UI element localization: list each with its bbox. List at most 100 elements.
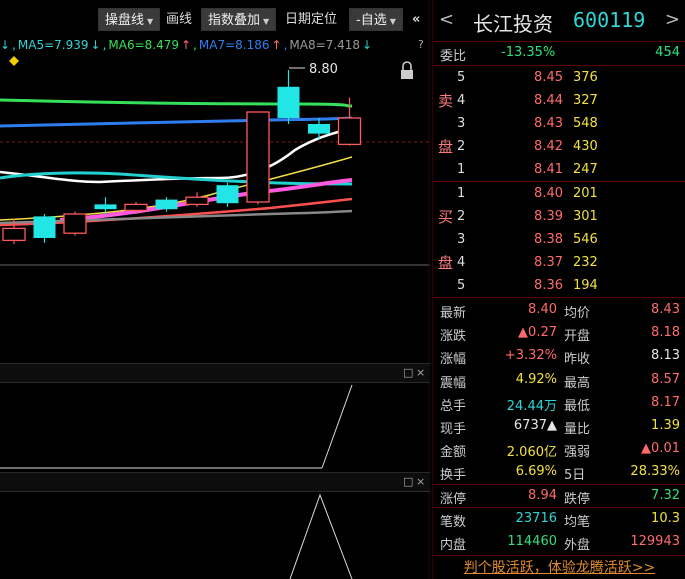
help-icon[interactable]: ?	[418, 38, 424, 51]
price: 8.38	[534, 232, 563, 247]
buy-row[interactable]: 4 8.37 232	[433, 251, 685, 274]
stat-label: 金额	[440, 445, 467, 461]
sell-row[interactable]: 5 8.45 376	[433, 66, 685, 89]
ma-prefix-arrow: ↓	[0, 38, 11, 52]
index-overlay-label: 指数叠加	[208, 13, 261, 28]
stat-row: 笔数 23716 均笔 10.3	[433, 507, 685, 530]
stock-code: 600119	[573, 8, 646, 32]
subpanel2-header: □ ×	[0, 472, 430, 492]
stat-row: 内盘 114460 外盘 129943	[433, 530, 685, 553]
next-stock-button[interactable]: >	[665, 9, 680, 30]
ma-sep-4: ,	[283, 38, 288, 52]
candle-body[interactable]	[277, 86, 300, 118]
stat-label: 涨跌	[440, 329, 467, 345]
candle-body[interactable]	[246, 111, 270, 203]
stat-label: 强弱	[564, 445, 591, 461]
candle-body[interactable]	[124, 203, 148, 212]
candle-body[interactable]	[2, 227, 26, 242]
date-locate-button[interactable]: 日期定位	[279, 8, 343, 31]
stat-label: 量比	[564, 422, 591, 437]
price: 8.44	[534, 93, 563, 108]
draw-line-button[interactable]: 画线	[160, 8, 198, 31]
price: 8.39	[534, 209, 563, 224]
stat-value: 8.17	[651, 394, 680, 410]
level: 2	[457, 209, 466, 224]
stat-value: 2.060亿	[506, 445, 557, 461]
candle-body[interactable]	[185, 196, 209, 206]
stat-label: 最新	[440, 306, 467, 321]
kline-chart[interactable]: 8.80	[0, 0, 430, 579]
level: 3	[457, 116, 466, 131]
promo-link[interactable]: 判个股活跃，体验龙腾活跃>>	[433, 555, 685, 579]
ma5-arrow: ↓	[90, 38, 101, 52]
high-marker-label: 8.80	[309, 62, 338, 77]
quote-pane: < 长江投资 600119 > 委比 -13.35% 454 卖 盘 5 8.45…	[432, 0, 685, 579]
stat-value: 8.43	[651, 302, 680, 317]
close-icon[interactable]: ×	[416, 366, 425, 379]
chart-pane[interactable]: 8.80 操盘线 ▼ 画线 指数叠加 ▼ 日期定位 -自选 ▼ « ↓ , MA…	[0, 0, 430, 579]
price: 8.36	[534, 278, 563, 293]
ma7-value: MA7=8.186	[198, 38, 270, 52]
stat-value: 24.44万	[506, 398, 557, 414]
stat-label: 总手	[440, 398, 467, 414]
ma-sep-2: ,	[102, 38, 107, 52]
candle-body[interactable]	[63, 213, 87, 234]
ma8-arrow: ↓	[362, 38, 373, 52]
stat-value: 8.13	[651, 348, 680, 364]
buy-row[interactable]: 5 8.36 194	[433, 274, 685, 297]
volume: 194	[573, 278, 598, 293]
watchlist-button[interactable]: -自选 ▼	[349, 8, 403, 31]
sell-row[interactable]: 1 8.41 247	[433, 158, 685, 181]
stat-label: 震幅	[440, 375, 467, 391]
stat-value: 6737▲	[513, 418, 557, 433]
stat-value: 6.69%	[515, 464, 557, 480]
stat-label: 最低	[564, 398, 591, 414]
close-icon[interactable]: ×	[416, 475, 425, 488]
sell-row[interactable]: 4 8.44 327	[433, 89, 685, 112]
operate-line-button[interactable]: 操盘线 ▼	[98, 8, 161, 31]
candle-body[interactable]	[94, 204, 117, 210]
price: 8.37	[534, 255, 563, 270]
subpanel1-spike	[321, 384, 353, 469]
stat-value: ▲0.01	[641, 441, 680, 457]
chevron-down-icon: ▼	[147, 17, 154, 26]
sell-row[interactable]: 2 8.42 430	[433, 135, 685, 158]
buy-book: 买 盘 1 8.40 201 2 8.39 301 3 8.38 546 4 8.37 232 …	[433, 182, 685, 297]
stat-row: 金额 2.060亿 强弱 ▲0.01	[433, 437, 685, 460]
candle-body[interactable]	[155, 199, 178, 210]
operate-line-label: 操盘线	[105, 13, 145, 28]
collapse-toolbar-button[interactable]: «	[410, 8, 422, 31]
volume: 546	[573, 232, 598, 247]
level: 5	[457, 70, 466, 85]
order-ratio-diff: 454	[655, 45, 680, 60]
candle-body[interactable]	[216, 185, 239, 204]
index-overlay-button[interactable]: 指数叠加 ▼	[201, 8, 277, 31]
ma-blue-line	[0, 116, 353, 128]
stat-label: 内盘	[440, 538, 467, 553]
candle-body[interactable]	[337, 117, 362, 146]
lock-icon[interactable]	[401, 61, 413, 79]
candle-body[interactable]	[308, 124, 330, 134]
candle-body[interactable]	[33, 216, 56, 238]
buy-row[interactable]: 1 8.40 201	[433, 182, 685, 205]
stat-row: 涨幅 +3.32% 昨收 8.13	[433, 344, 685, 367]
stat-label: 开盘	[564, 329, 591, 345]
volume: 327	[573, 93, 598, 108]
event-diamond-icon[interactable]	[9, 56, 19, 66]
stat-label: 最高	[564, 375, 591, 391]
level: 4	[457, 93, 466, 108]
volume: 232	[573, 255, 598, 270]
level: 2	[457, 139, 466, 154]
price: 8.40	[534, 186, 563, 201]
volume: 247	[573, 162, 598, 177]
prev-stock-button[interactable]: <	[439, 9, 454, 30]
subpanel2-line	[289, 493, 353, 579]
restore-icon[interactable]: □	[403, 366, 413, 379]
sell-row[interactable]: 3 8.43 548	[433, 112, 685, 135]
buy-row[interactable]: 2 8.39 301	[433, 205, 685, 228]
ma-indicator-line: ↓, MA5=7.939 ↓, MA6=8.479 ↑, MA7=8.186 ↑, MA8=7…	[0, 38, 374, 54]
buy-row[interactable]: 3 8.38 546	[433, 228, 685, 251]
restore-icon[interactable]: □	[403, 475, 413, 488]
level: 1	[457, 162, 466, 177]
ma6-value: MA6=8.479	[108, 38, 179, 52]
